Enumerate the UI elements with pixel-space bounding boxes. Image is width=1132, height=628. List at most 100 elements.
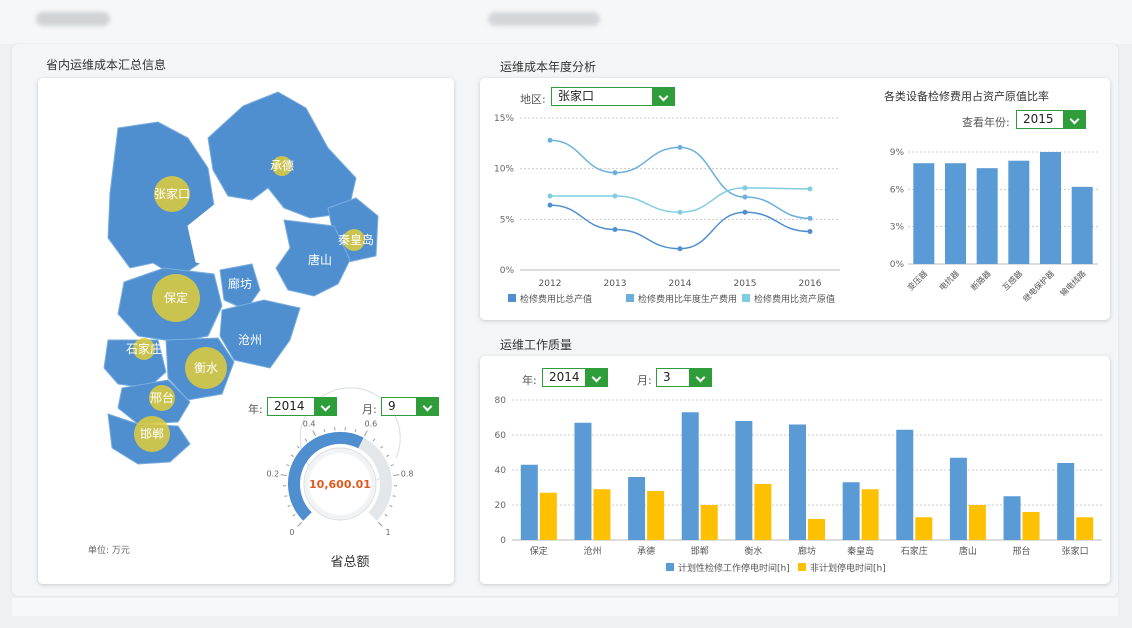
bar[interactable]: [1003, 496, 1021, 540]
data-point[interactable]: [677, 246, 683, 252]
chevron-down-icon[interactable]: [689, 369, 711, 386]
x-tick-label: 输电线路: [1058, 268, 1088, 298]
bar[interactable]: [913, 163, 935, 264]
bar[interactable]: [808, 519, 825, 540]
y-tick-label: 0: [500, 536, 506, 546]
gauge-tick: [312, 430, 316, 437]
gauge-tick: [286, 464, 290, 467]
bar[interactable]: [1040, 152, 1061, 264]
data-point[interactable]: [547, 137, 553, 143]
chevron-down-icon[interactable]: [416, 398, 438, 415]
bar[interactable]: [1022, 512, 1040, 540]
x-tick-label: 沧州: [583, 545, 601, 557]
gauge-tick: [290, 454, 294, 457]
bar[interactable]: [945, 163, 966, 264]
left-month-select[interactable]: 9: [381, 397, 439, 416]
bar[interactable]: [976, 168, 998, 264]
legend-swatch: [666, 563, 674, 571]
ratio-year-select[interactable]: 2015: [1016, 110, 1086, 129]
region-select[interactable]: 张家口: [551, 87, 675, 106]
y-tick-label: 0%: [500, 266, 515, 276]
bar[interactable]: [1076, 517, 1094, 540]
bar[interactable]: [789, 424, 806, 541]
bar[interactable]: [700, 505, 718, 540]
left-year-select[interactable]: 2014: [267, 397, 337, 416]
data-point[interactable]: [807, 186, 813, 192]
data-point[interactable]: [677, 209, 683, 215]
gauge-tick: [296, 445, 300, 449]
x-tick-label: 邯郸: [691, 545, 709, 557]
bar[interactable]: [593, 489, 611, 540]
legend-swatch: [508, 294, 516, 302]
bar[interactable]: [1008, 160, 1030, 264]
x-tick-label: 2015: [734, 279, 757, 289]
quality-year-select[interactable]: 2014: [542, 368, 608, 387]
quality-month-select[interactable]: 3: [656, 368, 712, 387]
bar[interactable]: [574, 422, 592, 540]
legend-label: 计划性检修工作停电时间[h]: [678, 562, 790, 574]
region-label-zhangjiakou: 张家口: [154, 186, 190, 201]
region-label-handan: 邯郸: [140, 426, 164, 441]
data-point[interactable]: [742, 194, 748, 200]
data-point[interactable]: [547, 202, 553, 208]
quality-year-value: 2014: [549, 370, 580, 384]
data-point[interactable]: [612, 170, 618, 176]
data-point[interactable]: [677, 144, 683, 150]
bar[interactable]: [754, 484, 772, 540]
data-point[interactable]: [612, 226, 618, 232]
chevron-down-icon[interactable]: [585, 369, 607, 386]
bar[interactable]: [842, 482, 860, 540]
bar[interactable]: [520, 464, 538, 540]
chevron-down-icon[interactable]: [652, 88, 674, 105]
data-point[interactable]: [612, 193, 618, 199]
gauge-tick: [380, 445, 384, 449]
region-label-tangshan: 唐山: [308, 252, 332, 267]
bar[interactable]: [861, 489, 879, 540]
bar[interactable]: [1057, 463, 1075, 540]
bar[interactable]: [968, 505, 986, 540]
y-tick-label: 40: [495, 466, 507, 476]
data-point[interactable]: [547, 193, 553, 199]
bar[interactable]: [949, 457, 967, 540]
y-tick-label: 3%: [890, 223, 905, 233]
bar[interactable]: [647, 491, 665, 540]
region-label-shijiazhuang: 石家庄: [126, 341, 162, 356]
y-tick-label: 5%: [500, 215, 515, 225]
map-card: 张家口 承德 秦皇岛 唐山 廊坊 保定 沧州 石家庄 衡水 邢台 邯郸 0 0.2…: [38, 78, 454, 584]
bar[interactable]: [735, 421, 753, 540]
chevron-down-icon[interactable]: [1063, 111, 1085, 128]
bar[interactable]: [896, 429, 914, 540]
gauge-tick: [354, 429, 357, 433]
quality-charts: 0 20 40 60 80 保定 沧州 承德 邯郸 衡水 廊坊 秦皇岛 石家庄 唐山 邢台 张家口计划性检修工…: [495, 396, 1102, 574]
x-tick-label: 秦皇岛: [847, 545, 874, 557]
gauge-tick: [393, 474, 400, 477]
data-point[interactable]: [742, 209, 748, 215]
legend-label: 检修费用比年度生产费用: [638, 293, 737, 305]
bar[interactable]: [681, 412, 699, 540]
gauge-tick-label: 0.2: [266, 469, 279, 478]
bar[interactable]: [628, 477, 646, 540]
x-tick-label: 廊坊: [798, 545, 816, 557]
data-point[interactable]: [807, 228, 813, 234]
left-year-label: 年:: [248, 403, 263, 416]
gauge-tick-label: 0.8: [401, 469, 414, 478]
blurred-title: [488, 12, 600, 26]
left-panel-title: 省内运维成本汇总信息: [46, 58, 167, 72]
chevron-down-icon[interactable]: [314, 398, 336, 415]
bar[interactable]: [539, 492, 557, 540]
x-tick-label: 2013: [604, 279, 627, 289]
bar[interactable]: [915, 517, 933, 540]
ratio-chart-title: 各类设备检修费用占资产原值比率: [884, 89, 1049, 103]
gauge-tick-label: 0.6: [365, 419, 378, 428]
gauge-tick: [384, 513, 388, 517]
data-point[interactable]: [807, 215, 813, 221]
map-region-chengde[interactable]: [207, 91, 357, 219]
bar[interactable]: [1071, 186, 1093, 264]
data-point[interactable]: [742, 185, 748, 191]
quality-year-label: 年:: [522, 374, 537, 387]
gauge-tick: [377, 521, 383, 527]
region-label-cangzhou: 沧州: [238, 332, 262, 347]
x-tick-label: 断路器: [969, 268, 993, 292]
x-tick-label: 继电保护器: [1021, 268, 1056, 303]
gauge-tick-label: 1: [386, 528, 391, 537]
